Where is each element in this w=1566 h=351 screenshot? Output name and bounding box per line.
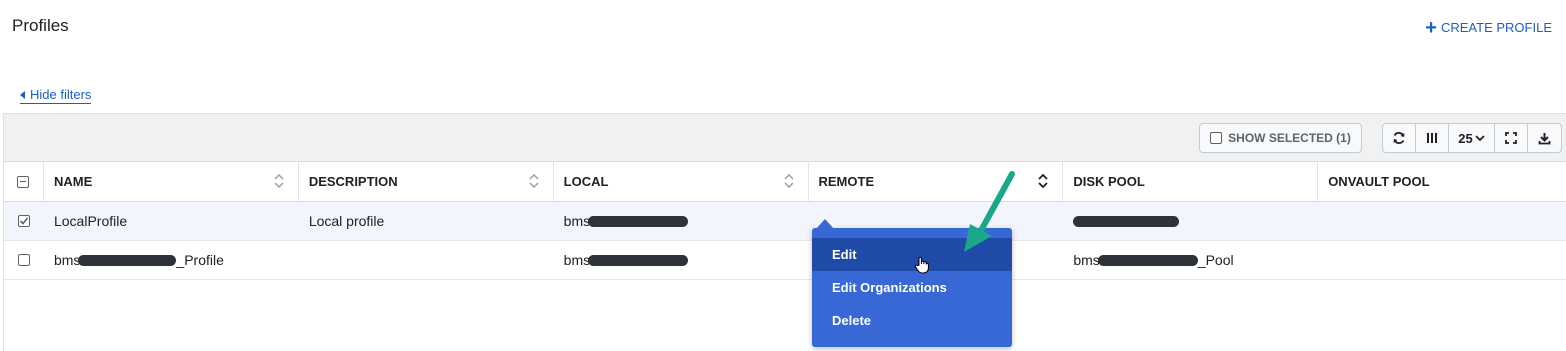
menu-item-delete[interactable]: Delete bbox=[812, 304, 1012, 337]
cell-text: _Pool bbox=[1197, 252, 1234, 268]
row-checkbox[interactable] bbox=[4, 202, 44, 240]
page-title: Profiles bbox=[12, 16, 69, 35]
column-header-label: NAME bbox=[53, 174, 93, 189]
download-icon bbox=[1538, 132, 1551, 144]
cell-onvault-pool bbox=[1318, 241, 1566, 279]
checkbox-icon bbox=[17, 254, 30, 266]
select-all-checkbox[interactable] bbox=[4, 162, 44, 201]
column-header-label: DISK POOL bbox=[1073, 174, 1145, 189]
create-profile-label: CREATE PROFILE bbox=[1440, 20, 1552, 35]
profiles-grid: SHOW SELECTED (1) 25 NAME DESCRIPTION LO… bbox=[3, 113, 1566, 351]
cell-text: bms bbox=[563, 252, 591, 268]
menu-item-edit-organizations[interactable]: Edit Organizations bbox=[812, 271, 1012, 304]
sort-icon bbox=[783, 174, 794, 188]
refresh-icon bbox=[1393, 132, 1405, 144]
table-row[interactable]: bms _Profile bms bms _Pool bbox=[4, 241, 1566, 280]
cell-name: LocalProfile bbox=[53, 213, 128, 229]
show-selected-label: SHOW SELECTED (1) bbox=[1228, 131, 1351, 145]
indeterminate-checkbox-icon bbox=[17, 175, 30, 188]
cell-onvault-pool bbox=[1318, 202, 1566, 240]
page-size-value: 25 bbox=[1458, 130, 1473, 146]
column-header-local[interactable]: LOCAL bbox=[554, 162, 809, 201]
show-selected-button[interactable]: SHOW SELECTED (1) bbox=[1199, 123, 1362, 153]
plus-icon: + bbox=[1425, 16, 1437, 39]
refresh-button[interactable] bbox=[1383, 124, 1416, 152]
cell-name: bms _Profile bbox=[44, 241, 299, 279]
redaction-mark bbox=[1073, 215, 1180, 227]
sort-icon bbox=[529, 174, 539, 188]
column-header-label: DESCRIPTION bbox=[308, 174, 398, 189]
fullscreen-button[interactable] bbox=[1495, 124, 1528, 152]
checked-checkbox-icon bbox=[17, 215, 30, 227]
redaction-mark bbox=[1097, 254, 1198, 266]
table-header: NAME DESCRIPTION LOCAL REMOTE DISK POOL … bbox=[4, 162, 1566, 202]
table-row[interactable]: LocalProfile Local profile bms bbox=[4, 202, 1566, 241]
sort-ascending-icon bbox=[1038, 174, 1048, 188]
row-checkbox[interactable] bbox=[4, 241, 44, 279]
cell-disk-pool: bms _Pool bbox=[1063, 241, 1318, 279]
grid-tool-group: 25 bbox=[1382, 123, 1562, 153]
chevron-down-icon bbox=[1475, 135, 1485, 142]
grid-toolbar: SHOW SELECTED (1) 25 bbox=[4, 114, 1566, 162]
page-size-select[interactable]: 25 bbox=[1449, 124, 1495, 152]
columns-icon bbox=[1427, 133, 1437, 143]
column-header-label: REMOTE bbox=[818, 174, 875, 189]
caret-left-icon bbox=[20, 90, 25, 99]
redaction-mark bbox=[588, 254, 689, 266]
column-header-name[interactable]: NAME bbox=[44, 162, 299, 201]
checkbox-icon bbox=[1210, 132, 1223, 144]
column-header-onvault-pool[interactable]: ONVAULT POOL bbox=[1318, 162, 1566, 201]
cell-description: Local profile bbox=[308, 213, 385, 229]
hide-filters-link[interactable]: Hide filters bbox=[20, 87, 92, 104]
column-header-disk-pool[interactable]: DISK POOL bbox=[1063, 162, 1319, 201]
cell-disk-pool bbox=[1063, 202, 1318, 240]
cell-text: _Profile bbox=[176, 252, 224, 268]
hide-filters-label: Hide filters bbox=[30, 87, 92, 102]
column-header-label: ONVAULT POOL bbox=[1328, 174, 1430, 189]
cell-text: bms bbox=[563, 213, 591, 229]
redaction-mark bbox=[78, 254, 177, 266]
create-profile-button[interactable]: + CREATE PROFILE bbox=[1425, 16, 1552, 39]
hand-cursor-icon bbox=[914, 256, 929, 274]
redaction-mark bbox=[588, 215, 689, 227]
annotation-arrow-icon bbox=[964, 171, 1015, 252]
fullscreen-icon bbox=[1505, 132, 1517, 144]
sort-icon bbox=[274, 174, 284, 188]
download-button[interactable] bbox=[1528, 124, 1561, 152]
cell-description bbox=[299, 241, 554, 279]
cell-text: bms bbox=[53, 252, 81, 268]
columns-button[interactable] bbox=[1416, 124, 1449, 152]
column-header-remote[interactable]: REMOTE bbox=[809, 162, 1064, 201]
cell-local: bms bbox=[554, 202, 809, 240]
column-header-label: LOCAL bbox=[563, 174, 609, 189]
cell-local: bms bbox=[554, 241, 809, 279]
cell-text: bms bbox=[1073, 252, 1100, 268]
column-header-description[interactable]: DESCRIPTION bbox=[299, 162, 554, 201]
